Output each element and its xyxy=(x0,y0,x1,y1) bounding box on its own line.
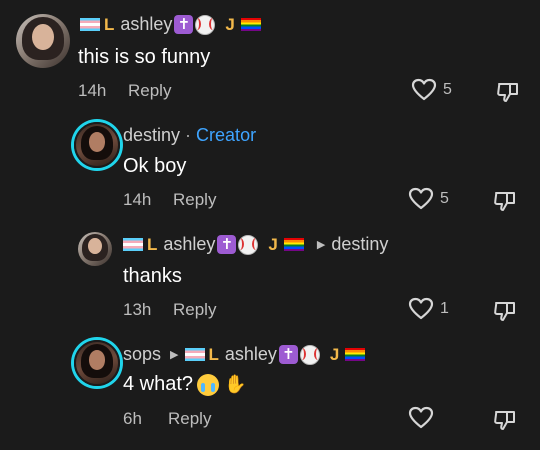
reply-button[interactable]: Reply xyxy=(173,190,216,210)
pride-flag-icon xyxy=(240,18,261,31)
reply-button[interactable]: Reply xyxy=(173,300,216,320)
heart-outline-icon xyxy=(408,297,434,320)
comment-time: 6h xyxy=(123,409,142,428)
leg-emoji-icon: J xyxy=(329,344,340,364)
comment-username[interactable]: ashley xyxy=(163,234,215,255)
comment-time: 14h xyxy=(123,190,152,209)
crying-emoji-icon xyxy=(197,373,220,396)
comment-username[interactable]: destiny xyxy=(123,125,180,146)
cross-emoji-icon: ✝ xyxy=(278,345,298,364)
separator-dot: · xyxy=(185,125,192,145)
trans-flag-icon xyxy=(123,238,143,251)
leg-emoji-icon: J xyxy=(225,14,235,34)
leg-emoji-icon: L xyxy=(208,344,219,364)
creator-badge: Creator xyxy=(196,125,257,145)
like-button[interactable]: 1 xyxy=(408,297,449,321)
pride-flag-icon xyxy=(283,238,304,251)
comment-text-row: 4 what? ✋ xyxy=(123,373,246,396)
comment-text: thanks xyxy=(123,265,182,287)
baseball-emoji-icon xyxy=(299,344,320,365)
like-button[interactable]: 5 xyxy=(411,78,452,102)
comment-item: L ashley ✝ J ▶ destiny thanks 13h Reply … xyxy=(0,220,540,330)
like-button[interactable] xyxy=(408,406,434,430)
comment-text: Ok boy xyxy=(123,155,187,177)
like-count: 1 xyxy=(440,300,449,317)
dislike-icon[interactable] xyxy=(496,80,520,104)
reply-arrow-icon: ▶ xyxy=(170,349,179,361)
baseball-emoji-icon xyxy=(238,234,259,255)
reply-button[interactable]: Reply xyxy=(168,409,211,429)
heart-outline-icon xyxy=(411,78,437,101)
like-count: 5 xyxy=(443,81,452,98)
praying-hands-emoji-icon: ✋ xyxy=(224,374,247,394)
pride-flag-icon xyxy=(345,348,366,361)
reply-to-username[interactable]: ashley xyxy=(225,344,277,365)
avatar[interactable] xyxy=(74,340,120,386)
comment-item: sops ▶ L ashley ✝ J 4 what? ✋ 6h Reply xyxy=(0,330,540,450)
leg-emoji-icon: L xyxy=(147,234,158,254)
comment-time: 14h xyxy=(78,81,107,100)
cross-emoji-icon: ✝ xyxy=(174,15,194,34)
comment-username[interactable]: sops xyxy=(123,344,161,365)
like-count: 5 xyxy=(440,190,449,207)
comment-time: 13h xyxy=(123,300,152,319)
baseball-emoji-icon xyxy=(195,14,216,35)
dislike-icon[interactable] xyxy=(493,299,517,323)
comment-text: 4 what? xyxy=(123,373,194,395)
like-button[interactable]: 5 xyxy=(408,187,449,211)
avatar[interactable] xyxy=(16,14,70,68)
reply-button[interactable]: Reply xyxy=(128,81,171,101)
heart-outline-icon xyxy=(408,406,434,429)
comment-text: this is so funny xyxy=(78,46,211,68)
cross-emoji-icon: ✝ xyxy=(217,235,237,254)
comment-username[interactable]: ashley xyxy=(120,14,172,35)
comment-item: L ashley ✝ J this is so funny 14h Reply … xyxy=(0,0,540,110)
dislike-icon[interactable] xyxy=(493,189,517,213)
leg-emoji-icon: J xyxy=(268,234,278,254)
avatar[interactable] xyxy=(74,122,120,168)
comment-item: destiny · Creator Ok boy 14h Reply 5 xyxy=(0,110,540,220)
reply-arrow-icon: ▶ xyxy=(316,239,326,251)
avatar[interactable] xyxy=(78,232,112,266)
heart-outline-icon xyxy=(408,187,434,210)
trans-flag-icon xyxy=(184,348,205,361)
dislike-icon[interactable] xyxy=(493,408,517,432)
leg-emoji-icon: L xyxy=(104,14,115,34)
trans-flag-icon xyxy=(80,18,100,31)
reply-to-username[interactable]: destiny xyxy=(331,234,388,255)
